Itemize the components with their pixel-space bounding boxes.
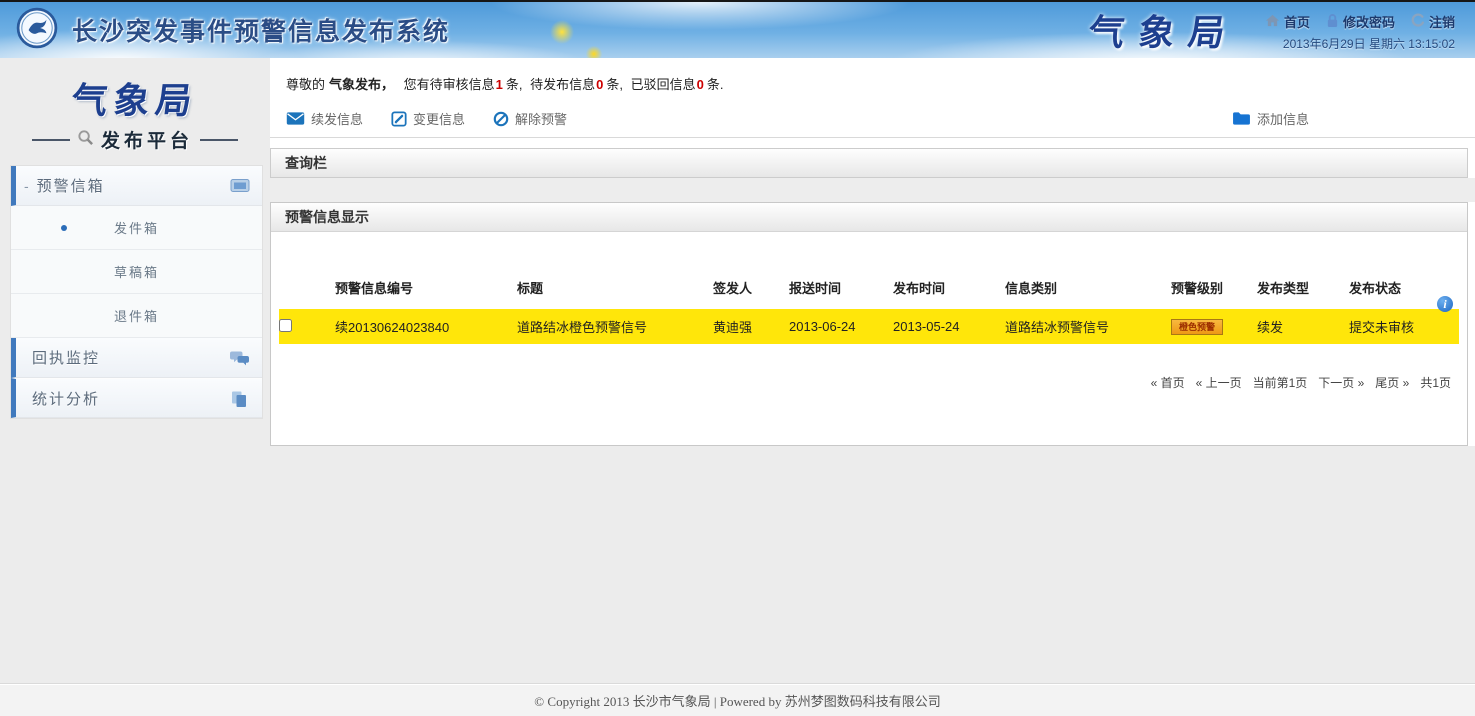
lift-warning-button[interactable]: 解除预警 <box>493 109 567 128</box>
system-title: 长沙突发事件预警信息发布系统 <box>72 12 450 48</box>
nav-change-password[interactable]: 修改密码 <box>1326 12 1395 31</box>
table-row[interactable]: 续20130624023840 道路结冰橙色预警信号 黄迪强 2013-06-2… <box>279 309 1459 344</box>
warning-table: 预警信息编号 标题 签发人 报送时间 发布时间 信息类别 预警级别 发布类型 发… <box>279 276 1459 344</box>
column-header: 预警级别 <box>1171 276 1257 309</box>
column-header: 报送时间 <box>789 276 893 309</box>
magnifier-icon <box>77 129 94 151</box>
cell-category: 道路结冰预警信号 <box>1005 309 1171 344</box>
copyright-text: © Copyright 2013 长沙市气象局 | Powered by 苏州梦… <box>534 691 940 710</box>
sidebar-item-receipt-monitor[interactable]: 回执监控 <box>11 338 262 378</box>
info-icon[interactable]: i <box>1437 296 1453 312</box>
column-header: 发布类型 <box>1257 276 1349 309</box>
sidebar-logo-title: 气象局 <box>69 72 201 124</box>
ban-icon <box>493 111 509 127</box>
logout-icon <box>1411 13 1425 30</box>
toolbar: 续发信息 变更信息 解除预警 <box>270 101 1475 138</box>
divider <box>32 139 70 141</box>
cell-submit-time: 2013-06-24 <box>789 309 893 344</box>
sidebar-item-warning-inbox[interactable]: - 预警信箱 <box>11 166 262 206</box>
pagination-total: 共1页 <box>1420 374 1451 391</box>
footer: © Copyright 2013 长沙市气象局 | Powered by 苏州梦… <box>0 683 1475 716</box>
column-header: 信息类别 <box>1005 276 1171 309</box>
cell-publish-type: 续发 <box>1257 309 1349 344</box>
query-bar-title: 查询栏 <box>285 153 327 173</box>
cell-warning-id: 续20130624023840 <box>335 309 517 344</box>
nav-logout[interactable]: 注销 <box>1411 12 1455 31</box>
selected-dot-icon <box>61 225 67 231</box>
column-header: 发布时间 <box>893 276 1005 309</box>
bureau-emblem-icon <box>16 7 58 54</box>
chat-bubbles-icon <box>230 350 250 366</box>
column-header: 标题 <box>517 276 713 309</box>
cell-status: 提交未审核 <box>1349 309 1459 344</box>
home-icon <box>1265 14 1280 30</box>
cell-title: 道路结冰橙色预警信号 <box>517 309 713 344</box>
sidebar-item-statistics[interactable]: 统计分析 <box>11 378 262 418</box>
lock-icon <box>1326 13 1339 31</box>
warning-level-badge: 橙色预警 <box>1171 319 1223 335</box>
modify-info-button[interactable]: 变更信息 <box>391 109 465 128</box>
add-info-button[interactable]: 添加信息 <box>1232 109 1309 128</box>
cell-signer: 黄迪强 <box>713 309 789 344</box>
warning-info-panel: 预警信息显示 i 预警信息编号 <box>270 202 1468 446</box>
column-header: 签发人 <box>713 276 789 309</box>
pagination: « 首页 « 上一页 当前第1页 下一页 » 尾页 » 共1页 <box>279 374 1459 391</box>
sidebar: 气象局 发布平台 - 预警信箱 发件箱 <box>0 58 270 681</box>
pagination-first[interactable]: « 首页 <box>1151 374 1185 391</box>
pending-review-count: 1 <box>496 77 503 92</box>
mailbox-window-icon <box>230 178 250 194</box>
datetime: 2013年6月29日 星期六 13:15:02 <box>1283 35 1455 52</box>
pagination-next[interactable]: 下一页 » <box>1318 374 1364 391</box>
query-bar: 查询栏 <box>270 148 1468 178</box>
rejected-count: 0 <box>697 77 704 92</box>
greeting-message: 尊敬的气象发布， 您有待审核信息1条, 待发布信息0条, 已驳回信息0条. <box>270 58 1475 101</box>
panel-title: 预警信息显示 <box>285 207 369 227</box>
username: 气象发布， <box>329 77 394 92</box>
top-banner: 长沙突发事件预警信息发布系统 气象局 首页 修改密码 <box>0 0 1475 58</box>
pages-copy-icon <box>230 390 250 406</box>
sidebar-logo-subtitle: 发布平台 <box>101 126 193 153</box>
edit-icon <box>391 111 407 127</box>
nav-home[interactable]: 首页 <box>1265 12 1310 31</box>
table-header-row: 预警信息编号 标题 签发人 报送时间 发布时间 信息类别 预警级别 发布类型 发… <box>279 276 1459 309</box>
pagination-current: 当前第1页 <box>1253 374 1308 391</box>
resend-info-button[interactable]: 续发信息 <box>286 109 363 128</box>
select-column-header <box>279 276 335 309</box>
pending-publish-count: 0 <box>596 77 603 92</box>
column-header: 预警信息编号 <box>335 276 517 309</box>
brand-title: 气象局 <box>1085 4 1242 56</box>
sidebar-item-returned[interactable]: 退件箱 <box>11 294 262 338</box>
divider <box>200 139 238 141</box>
cell-publish-time: 2013-05-24 <box>893 309 1005 344</box>
section-gap <box>270 178 1475 202</box>
sidebar-item-drafts[interactable]: 草稿箱 <box>11 250 262 294</box>
folder-icon <box>1232 111 1251 126</box>
pagination-last[interactable]: 尾页 » <box>1375 374 1409 391</box>
sidebar-item-outbox[interactable]: 发件箱 <box>11 206 262 250</box>
pagination-prev[interactable]: « 上一页 <box>1196 374 1242 391</box>
row-checkbox[interactable] <box>279 319 292 332</box>
mail-icon <box>286 111 305 126</box>
